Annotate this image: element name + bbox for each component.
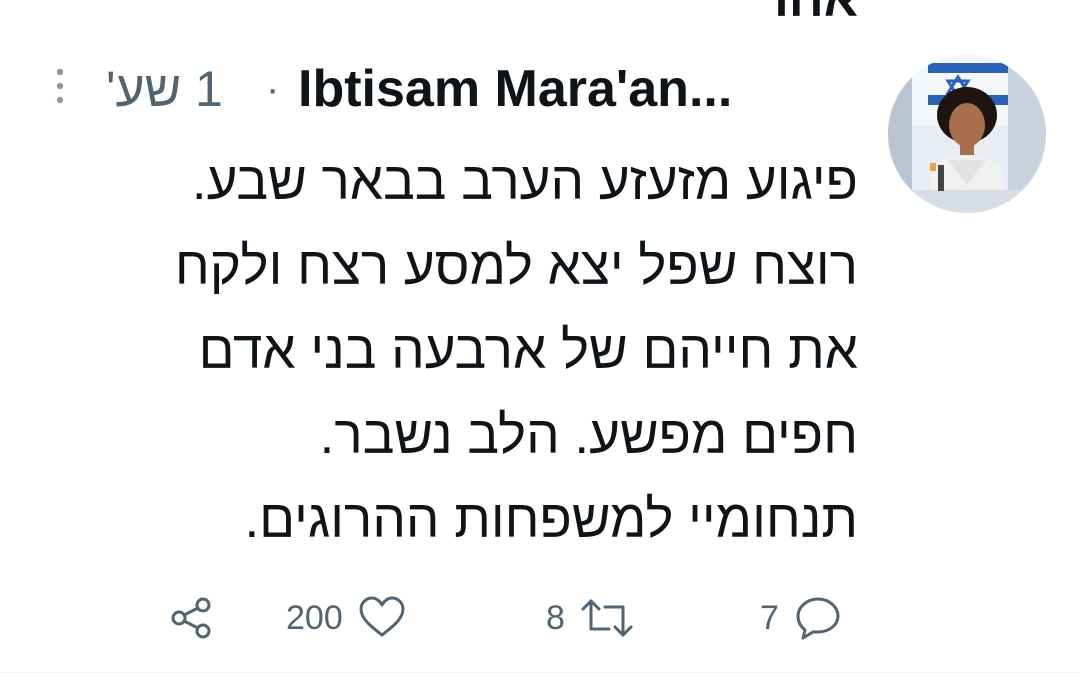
reply-button[interactable]: 7 [760,590,843,646]
tweet-text: פיגוע מזעזע הערב בבאר שבע. רוצח שפל יצא … [28,140,858,563]
tweet-text-line: רוצח שפל יצא למסע רצח ולקח [174,236,858,296]
header-separator: · [266,67,280,111]
tweet-actions: 200 8 7 [0,590,1080,646]
reply-icon [796,597,840,640]
share-button[interactable] [168,590,214,646]
tweet-timestamp[interactable]: 1 שע' [106,58,223,120]
reply-count: 7 [760,598,779,637]
tweet-text-line: תנחומיי למשפחות ההרוגים. [244,490,858,549]
tweet-text-line: פיגוע מזעזע הערב בבאר שבע. [191,152,858,211]
like-count: 200 [286,598,343,637]
avatar-photo [888,55,1046,213]
retweet-icon [581,599,633,637]
retweet-button[interactable]: 8 [546,590,635,646]
tweet-header: 1 שע' · Ibtisam Mara'an... [40,58,830,122]
tweet-text-line: חפים מפשע. הלב נשבר. [319,405,858,465]
heart-icon [359,596,405,637]
like-button[interactable]: 200 [286,590,407,646]
previous-tweet-cutoff-text: אחר [760,0,858,28]
share-icon [171,597,211,639]
more-vertical-icon[interactable] [50,64,70,108]
avatar[interactable] [888,55,1046,213]
author-name[interactable]: Ibtisam Mara'an... [298,58,732,120]
tweet-divider [0,672,1080,673]
tweet-text-line: את חייהם של ארבעה בני אדם [198,321,858,380]
retweet-count: 8 [546,598,565,637]
